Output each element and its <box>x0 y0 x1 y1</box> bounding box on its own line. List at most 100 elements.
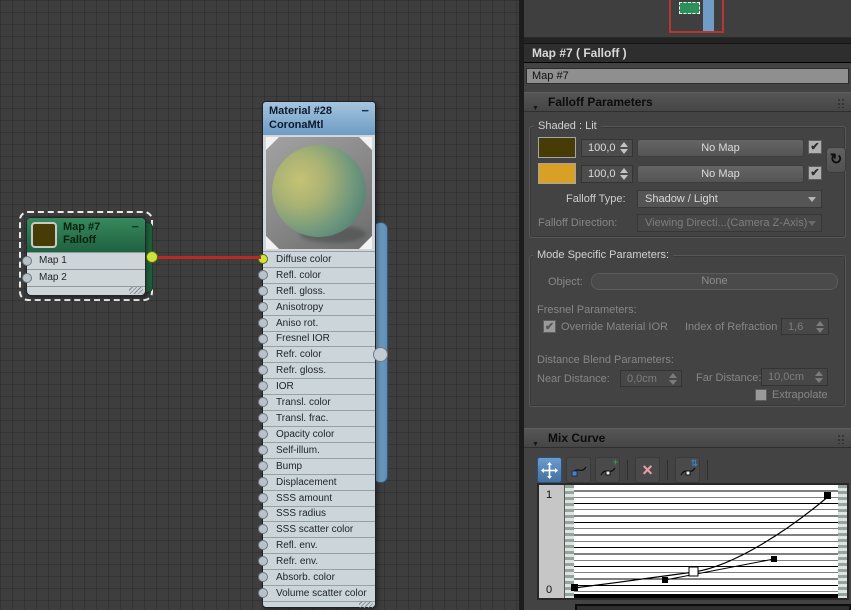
map2-enable-checkbox[interactable]: ✔ <box>808 166 822 180</box>
slot-refr-color[interactable]: Refr. color <box>263 346 375 362</box>
curve-plot-white[interactable] <box>574 485 838 598</box>
slot-diffuse-color[interactable]: Diffuse color <box>263 251 375 267</box>
curve-toolbar: + × ⇅ <box>537 455 711 485</box>
move-point-button[interactable] <box>537 457 562 483</box>
slot-refl-color[interactable]: Refl. color <box>263 267 375 283</box>
input-socket-icon[interactable] <box>258 349 268 359</box>
input-socket-icon[interactable] <box>258 445 268 455</box>
slot-aniso-rot[interactable]: Aniso rot. <box>263 315 375 331</box>
slot-volume-scatter-color[interactable]: Volume scatter color <box>263 585 375 601</box>
slot-opacity-color[interactable]: Opacity color <box>263 426 375 442</box>
input-socket-icon[interactable] <box>258 397 268 407</box>
slot-fresnel-ior[interactable]: Fresnel IOR <box>263 331 375 347</box>
input-socket-icon[interactable] <box>258 572 268 582</box>
input-socket-icon[interactable] <box>258 461 268 471</box>
amount2-spinner[interactable]: 100,0 <box>581 165 633 183</box>
input-socket-icon[interactable] <box>258 524 268 534</box>
collapse-icon[interactable]: − <box>131 219 139 234</box>
navigator-minimap[interactable] <box>524 0 851 38</box>
slot-label: Refr. env. <box>276 556 318 567</box>
falloff-slot-map2[interactable]: Map 2 <box>27 269 145 286</box>
input-socket-icon[interactable] <box>258 493 268 503</box>
input-socket-icon[interactable] <box>258 509 268 519</box>
input-socket-icon[interactable] <box>258 334 268 344</box>
slot-label: IOR <box>276 381 294 392</box>
slot-refl-env[interactable]: Refl. env. <box>263 537 375 553</box>
input-socket-icon[interactable] <box>258 413 268 423</box>
rollout-falloff-parameters[interactable]: ▼ Falloff Parameters <box>524 92 851 112</box>
falloff-output-socket[interactable] <box>146 251 158 263</box>
slate-material-editor: Map #7 Falloff − Map 1 Map 2 M <box>0 0 851 610</box>
slot-absorb-color[interactable]: Absorb. color <box>263 569 375 585</box>
map1-button[interactable]: No Map <box>637 139 804 157</box>
mix-curve-graph[interactable]: 1 0 <box>537 483 849 600</box>
slot-refr-gloss[interactable]: Refr. gloss. <box>263 362 375 378</box>
amount1-spinner[interactable]: 100,0 <box>581 139 633 157</box>
material-node[interactable]: Material #28 CoronaMtl − Diffuse color R… <box>262 101 376 608</box>
node-graph-canvas[interactable]: Map #7 Falloff − Map 1 Map 2 M <box>0 0 524 610</box>
curve-plot-area[interactable] <box>565 485 847 598</box>
reset-curve-button[interactable]: ⇅ <box>675 457 700 483</box>
delete-point-button[interactable]: × <box>635 457 660 483</box>
near-distance-value: 0,0cm <box>627 373 657 385</box>
move-icon <box>541 462 558 479</box>
parameter-panel: Map #7 ( Falloff ) ▼ Falloff Parameters … <box>519 0 851 610</box>
falloff-color2-swatch[interactable] <box>538 163 576 184</box>
swap-colors-button[interactable]: ↻ <box>826 147 846 173</box>
input-socket-icon[interactable] <box>258 302 268 312</box>
falloff-node[interactable]: Map #7 Falloff − Map 1 Map 2 <box>26 217 146 296</box>
input-socket-icon[interactable] <box>258 477 268 487</box>
material-output-socket[interactable] <box>373 347 388 362</box>
rollout-mix-curve[interactable]: ▼ Mix Curve <box>524 428 851 448</box>
resize-grip-icon[interactable] <box>129 287 143 294</box>
falloff-slot-map1[interactable]: Map 1 <box>27 252 145 269</box>
input-socket-icon[interactable] <box>22 273 32 283</box>
scale-point-button[interactable] <box>566 457 591 483</box>
slot-transl-color[interactable]: Transl. color <box>263 394 375 410</box>
material-name-input[interactable] <box>526 68 849 84</box>
slot-label: Bump <box>276 461 302 472</box>
map2-button[interactable]: No Map <box>637 165 804 183</box>
spinner-arrows-icon[interactable] <box>620 142 629 154</box>
resize-grip-icon[interactable] <box>359 601 373 608</box>
slot-self-illum[interactable]: Self-illum. <box>263 442 375 458</box>
drag-grip-icon[interactable] <box>837 434 846 444</box>
curve-icon <box>570 462 588 478</box>
collapse-icon[interactable]: − <box>361 103 369 118</box>
input-socket-icon[interactable] <box>258 365 268 375</box>
navigator-material-node <box>703 0 714 31</box>
drag-grip-icon[interactable] <box>837 98 846 108</box>
input-socket-icon[interactable] <box>22 256 32 266</box>
slot-anisotropy[interactable]: Anisotropy <box>263 299 375 315</box>
slot-label: Map 1 <box>39 255 67 266</box>
material-node-header[interactable]: Material #28 CoronaMtl − <box>263 102 375 135</box>
slot-refl-gloss[interactable]: Refl. gloss. <box>263 283 375 299</box>
input-socket-icon[interactable] <box>258 588 268 598</box>
input-socket-icon[interactable] <box>258 270 268 280</box>
input-socket-icon[interactable] <box>258 286 268 296</box>
falloff-node-header[interactable]: Map #7 Falloff − <box>27 218 145 252</box>
slot-displacement[interactable]: Displacement <box>263 474 375 490</box>
slot-sss-radius[interactable]: SSS radius <box>263 506 375 522</box>
preview-corner-icon <box>359 137 372 150</box>
input-socket-icon[interactable] <box>258 318 268 328</box>
slot-transl-frac[interactable]: Transl. frac. <box>263 410 375 426</box>
input-socket-icon[interactable] <box>258 381 268 391</box>
slot-sss-amount[interactable]: SSS amount <box>263 490 375 506</box>
input-socket-icon[interactable] <box>258 429 268 439</box>
input-socket-icon[interactable] <box>258 556 268 566</box>
slot-sss-scatter-color[interactable]: SSS scatter color <box>263 521 375 537</box>
spinner-arrows-icon[interactable] <box>620 168 629 180</box>
slot-refr-env[interactable]: Refr. env. <box>263 553 375 569</box>
connection-wire[interactable] <box>151 256 261 259</box>
slot-ior[interactable]: IOR <box>263 378 375 394</box>
input-socket-icon[interactable] <box>258 540 268 550</box>
slot-bump[interactable]: Bump <box>263 458 375 474</box>
toolbar-separator <box>627 460 628 480</box>
falloff-type-dropdown[interactable]: Shadow / Light <box>637 190 822 208</box>
material-preview-thumbnail[interactable] <box>265 136 373 250</box>
add-point-button[interactable]: + <box>595 457 620 483</box>
falloff-color-swatch[interactable] <box>31 222 57 248</box>
falloff-color1-swatch[interactable] <box>538 137 576 158</box>
map1-enable-checkbox[interactable]: ✔ <box>808 140 822 154</box>
